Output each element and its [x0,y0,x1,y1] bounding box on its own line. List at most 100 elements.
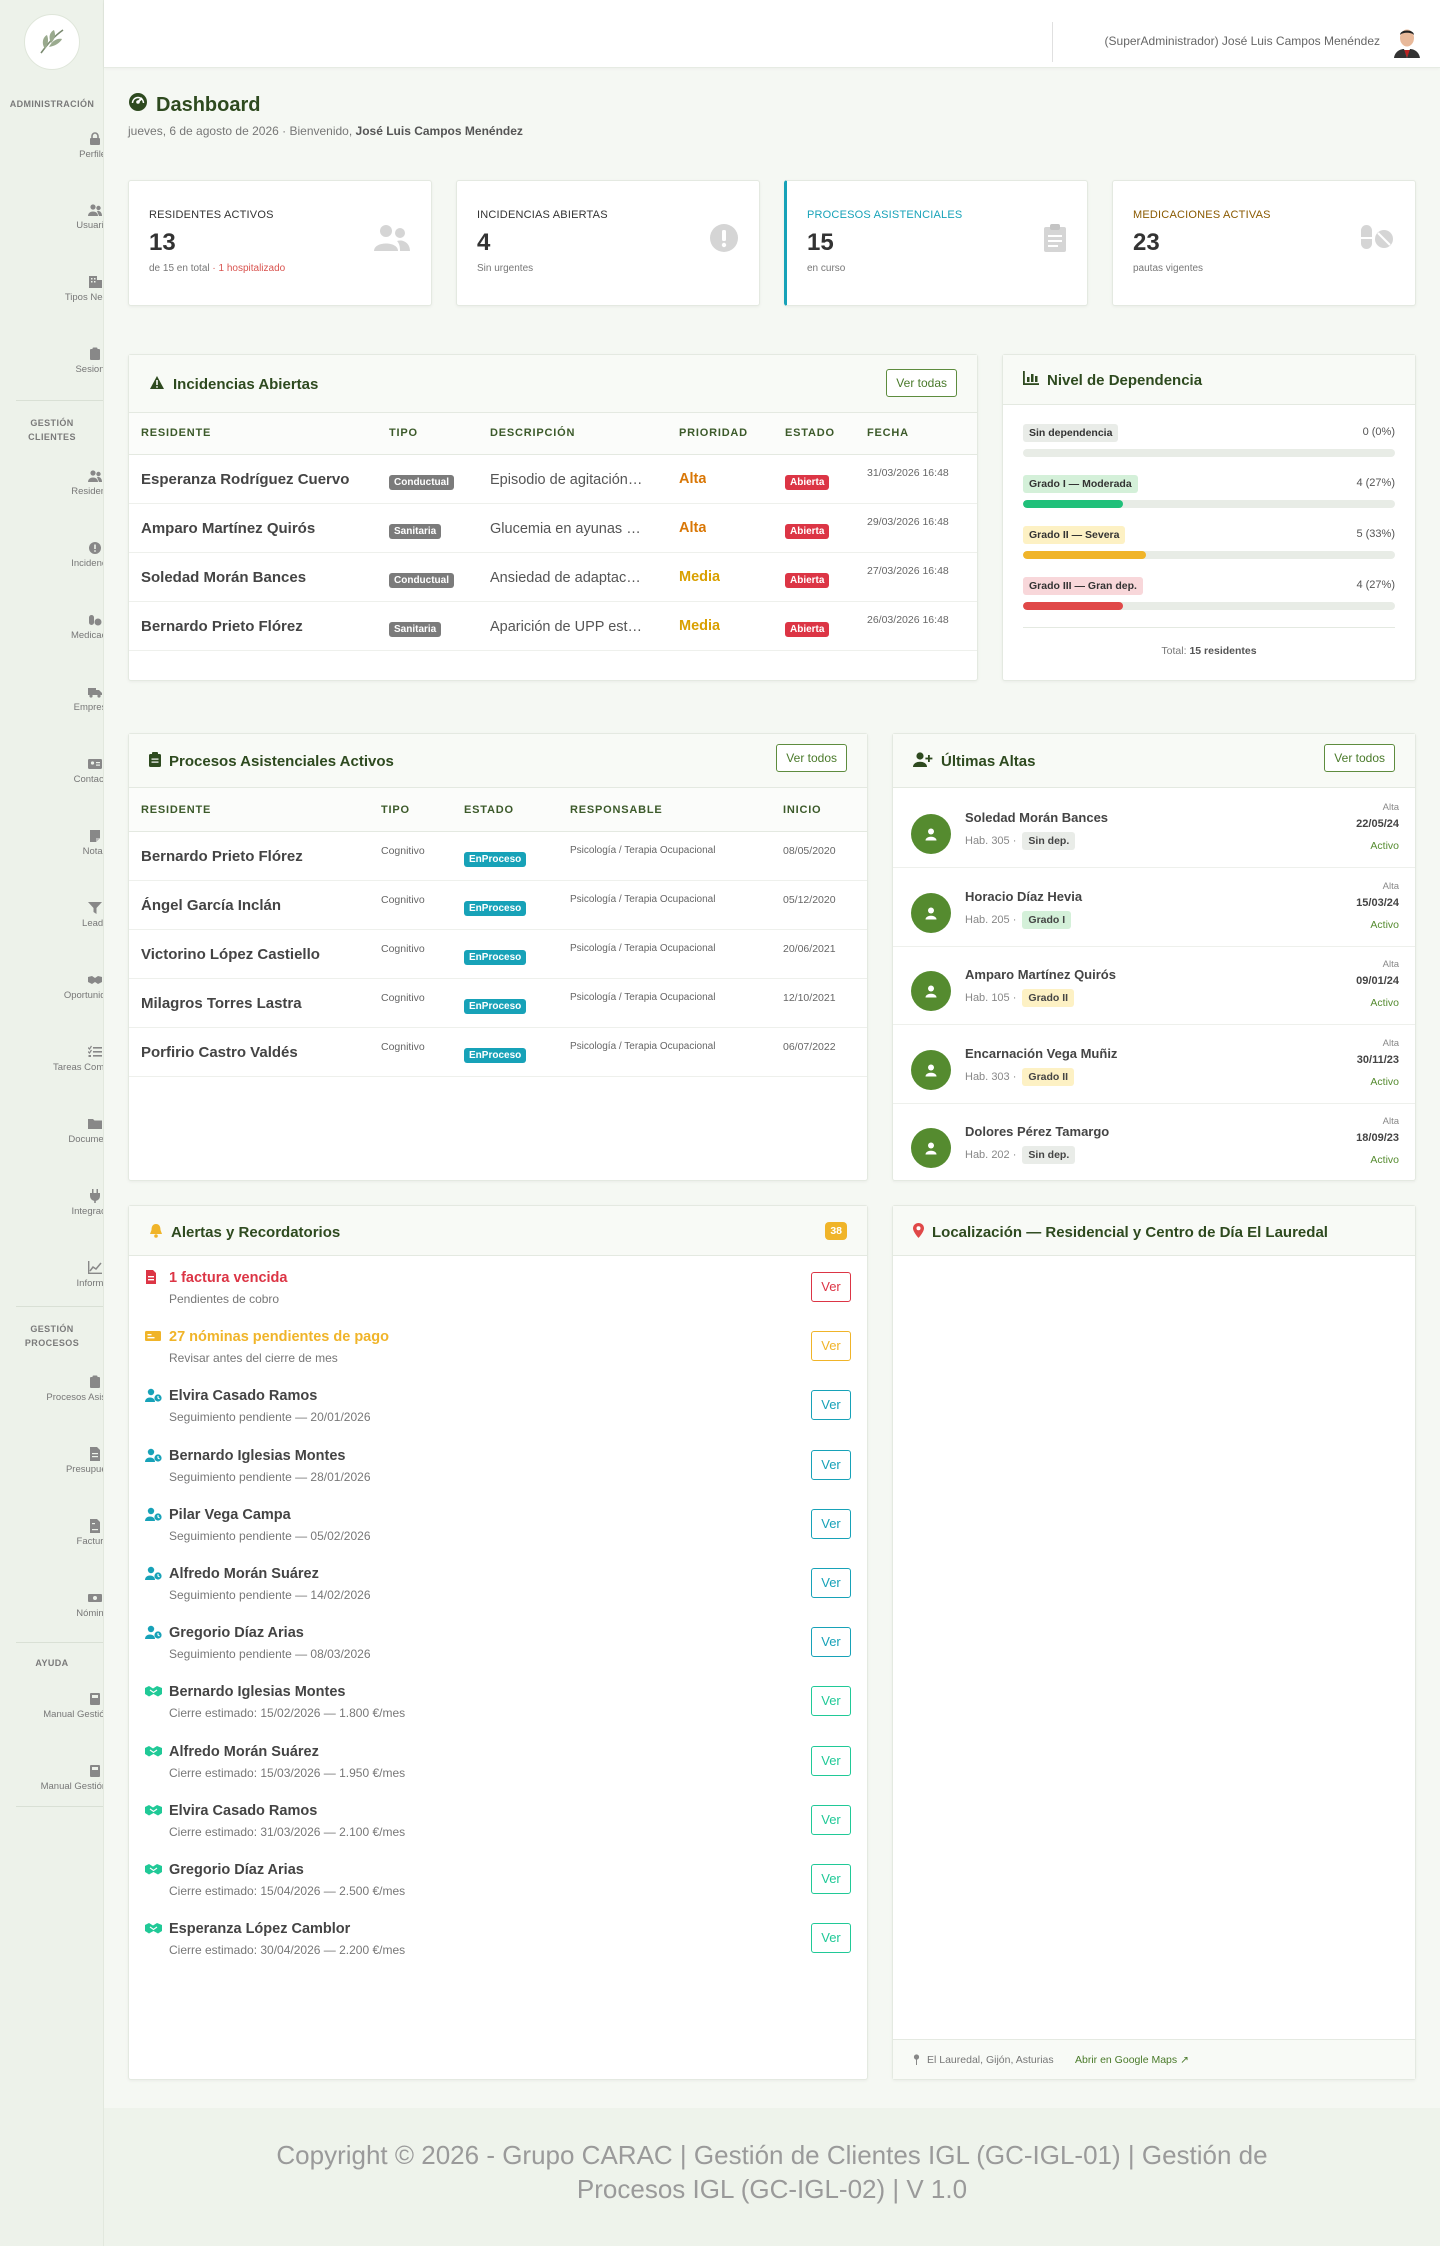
sidebar-section-clientes: GESTIÓN CLIENTES [28,418,76,442]
google-maps-link-text: Abrir en Google Maps [1075,2054,1178,2066]
sidebar-item-notas[interactable]: Notas [0,829,103,857]
tipo-badge: Conductual [389,570,454,588]
residente-name[interactable]: Porfirio Castro Valdés [141,1044,298,1061]
ver-alerta-button[interactable]: Ver [811,1686,851,1717]
alta-list-item[interactable]: Dolores Pérez Tamargo Hab. 202 · Sin dep. A… [893,1104,1415,1182]
app-logo[interactable] [24,14,80,70]
inicio-text: 08/05/2020 [783,845,836,857]
residente-name[interactable]: Ángel García Inclán [141,897,281,914]
user-icon [925,1064,937,1076]
residente-name[interactable]: Esperanza Rodríguez Cuervo [141,471,381,488]
ver-alerta-button[interactable]: Ver [811,1390,851,1421]
alta-name[interactable]: Encarnación Vega Muñiz [965,1046,1117,1061]
sidebar-item-perfiles[interactable]: Perfiles [0,132,103,160]
ver-todas-incidencias-button[interactable]: Ver todas [886,369,957,397]
ver-alerta-button[interactable]: Ver [811,1508,851,1539]
sidebar-item-usuarios[interactable]: Usuarios [0,203,103,231]
alta-list-item[interactable]: Encarnación Vega Muñiz Hab. 303 · Grado II… [893,1026,1415,1104]
sidebar-item-nóminas[interactable]: Nóminas [0,1591,103,1619]
alta-hab: Hab. 305 · Sin dep. [965,832,1076,850]
sidebar-item-integración[interactable]: Integración [0,1189,103,1217]
alta-name[interactable]: Amparo Martínez Quirós [965,967,1116,982]
alta-hab: Hab. 303 · Grado II [965,1067,1075,1086]
alta-list-item[interactable]: Soledad Morán Bances Hab. 305 · Sin dep. Al… [893,790,1415,868]
sidebar-item-label: Oportunidades [63,990,103,1001]
table-row[interactable]: Victorino López Castiello Cognitivo EnProc… [129,930,867,979]
table-row[interactable]: Amparo Martínez Quirós Sanitaria Glucemia … [129,504,977,553]
sidebar-item-sesiones[interactable]: Sesiones [0,347,103,375]
tipo-badge-text: Conductual [389,573,454,588]
ver-alerta-button[interactable]: Ver [811,1923,851,1954]
map-embed[interactable] [893,1256,1415,2039]
sidebar-item-label: Documentos [68,1134,104,1145]
procesos-card: Procesos Asistenciales Activos Ver todos… [128,733,868,1181]
ver-alerta-button[interactable]: Ver [811,1804,851,1835]
sidebar-item-tareas-comerciales[interactable]: Tareas Comerciales [0,1045,103,1073]
sidebar-item-procesos-asistenciales[interactable]: Procesos Asistenciales [0,1375,103,1403]
table-row[interactable]: Ángel García Inclán Cognitivo EnProceso Psi… [129,881,867,930]
ver-alerta-button[interactable]: Ver [811,1449,851,1480]
alerta-item: Elvira Casado Ramos Cierre estimado: 31/0… [129,1793,867,1852]
altas-card: Últimas Altas Ver todos Soledad Morán Ba… [892,733,1416,1182]
residente-name[interactable]: Bernardo Prieto Flórez [141,848,303,865]
residente-name[interactable]: Victorino López Castiello [141,946,320,963]
estado-badge-text: Abierta [785,622,830,637]
ver-alerta-button[interactable]: Ver [811,1864,851,1894]
sidebar-item-informes[interactable]: Informes [0,1261,103,1289]
users-icon [88,203,102,216]
sidebar-item-incidencias[interactable]: Incidencias [0,541,103,569]
sidebar-item-presupuestos[interactable]: Presupuestos [0,1447,103,1475]
sidebar-item-label: Manual Gestión Procesos [40,1781,104,1792]
ver-alerta-button[interactable]: Ver [811,1627,851,1658]
ver-todos-altas-button[interactable]: Ver todos [1324,744,1395,772]
stat-card-incidencias[interactable]: INCIDENCIAS ABIERTAS 4 Sin urgentes [456,180,760,306]
sidebar-item-oportunidades[interactable]: Oportunidades [0,973,103,1001]
table-row[interactable]: Milagros Torres Lastra Cognitivo EnProceso… [129,979,867,1028]
alta-name[interactable]: Horacio Díaz Hevia [965,889,1082,904]
sidebar-item-leads[interactable]: Leads [0,901,103,929]
sidebar-item-empresas[interactable]: Empresas [0,685,103,713]
responsable-text: Psicología / Terapia Ocupacional [570,1041,716,1052]
sidebar-item-documentos[interactable]: Documentos [0,1117,104,1145]
estado-badge-text: EnProceso [464,901,527,916]
sidebar-divider [16,1642,103,1643]
table-row[interactable]: Esperanza Rodríguez Cuervo Conductual Epis… [129,455,977,504]
tipo-text: Cognitivo [381,845,425,857]
stat-card-residentes[interactable]: RESIDENTES ACTIVOS 13 de 15 en total · 1… [128,180,432,306]
book-icon [88,1764,102,1777]
residente-name[interactable]: Milagros Torres Lastra [141,995,302,1012]
residente-name[interactable]: Bernardo Prieto Flórez [141,618,381,635]
alta-list-item[interactable]: Horacio Díaz Hevia Hab. 205 · Grado I Alta 1… [893,869,1415,947]
sidebar-item-residentes[interactable]: Residentes [0,469,103,497]
ver-alerta-button[interactable]: Ver [811,1331,851,1362]
chart-bar-icon [1023,371,1039,389]
handshake-icon [145,1803,163,1823]
ver-todos-procesos-button[interactable]: Ver todos [776,744,847,772]
sidebar-item-facturas[interactable]: Facturas [0,1519,103,1547]
table-row[interactable]: Soledad Morán Bances Conductual Ansiedad d… [129,553,977,602]
ver-alerta-button[interactable]: Ver [811,1272,851,1302]
user-name[interactable]: (SuperAdministrador) José Luis Campos Me… [1105,34,1380,48]
table-row[interactable]: Bernardo Prieto Flórez Sanitaria Aparición… [129,602,977,651]
alta-list-item[interactable]: Amparo Martínez Quirós Hab. 105 · Grado II… [893,947,1415,1025]
sidebar-item-contactos[interactable]: Contactos [0,757,103,785]
alta-hab: Hab. 202 · Sin dep. [965,1146,1076,1164]
ver-alerta-button[interactable]: Ver [811,1745,851,1776]
stat-card-procesos[interactable]: PROCESOS ASISTENCIALES 15 en curso [784,180,1088,306]
sidebar-item-manual-gestión-procesos[interactable]: Manual Gestión Procesos [0,1764,104,1792]
user-avatar[interactable] [1390,24,1424,58]
stat-note: pautas vigentes [1133,263,1204,274]
table-row[interactable]: Porfirio Castro Valdés Cognitivo EnProceso… [129,1028,867,1077]
alta-name[interactable]: Soledad Morán Bances [965,810,1108,825]
google-maps-link[interactable]: Abrir en Google Maps ↗ [1075,2054,1189,2066]
sidebar-item-medicación[interactable]: Medicación [0,613,103,641]
stat-card-medicaciones[interactable]: MEDICACIONES ACTIVAS 23 pautas vigentes [1112,180,1416,306]
ver-alerta-button[interactable]: Ver [811,1568,851,1598]
residente-name[interactable]: Amparo Martínez Quirós [141,520,381,537]
dependencia-total-label: Total: [1161,645,1187,657]
table-row[interactable]: Bernardo Prieto Flórez Cognitivo EnProceso… [129,832,867,881]
sidebar-item-manual-gestión-clientes[interactable]: Manual Gestión Clientes [0,1692,103,1720]
alta-name[interactable]: Dolores Pérez Tamargo [965,1124,1109,1139]
sidebar-item-tipos-negocio[interactable]: Tipos Negocio [0,275,103,303]
residente-name[interactable]: Soledad Morán Bances [141,569,381,586]
